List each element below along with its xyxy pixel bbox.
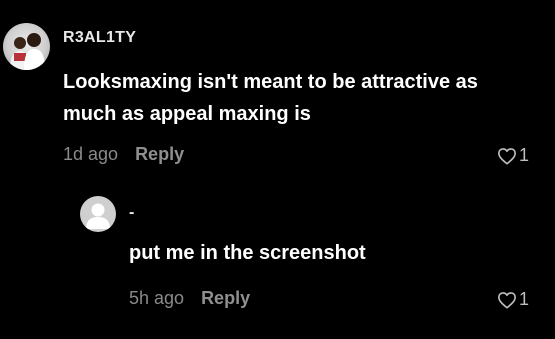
reply-meta: 5h ago Reply	[129, 288, 250, 309]
profile-photo-icon	[10, 33, 45, 70]
avatar[interactable]	[80, 196, 116, 232]
reply-button[interactable]: Reply	[201, 288, 250, 309]
like-count: 1	[519, 289, 530, 309]
avatar[interactable]	[3, 23, 50, 70]
default-avatar-icon	[86, 203, 110, 229]
reply-button[interactable]: Reply	[135, 144, 184, 165]
comment-username[interactable]: R3AL1TY	[63, 29, 136, 47]
like-button[interactable]: 1	[497, 145, 529, 166]
reply-username[interactable]: -	[129, 204, 134, 222]
comment-text: Looksmaxing isn't meant to be attractive…	[63, 71, 478, 125]
heart-outline-icon	[498, 291, 517, 309]
heart-outline-icon	[498, 147, 517, 165]
reply-text: put me in the screenshot	[129, 242, 366, 264]
comment-timestamp: 1d ago	[63, 144, 119, 164]
like-button[interactable]: 1	[497, 289, 529, 310]
reply-timestamp: 5h ago	[129, 288, 185, 308]
like-count: 1	[519, 145, 530, 165]
comment-meta: 1d ago Reply	[63, 144, 184, 165]
